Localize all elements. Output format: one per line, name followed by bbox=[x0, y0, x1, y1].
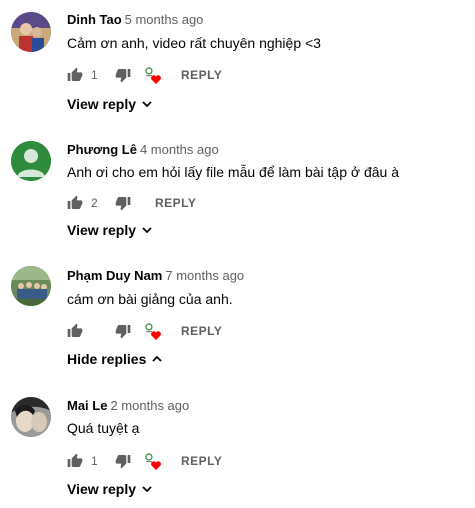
avatar[interactable] bbox=[11, 266, 51, 306]
comment-actions: REPLY bbox=[67, 321, 222, 341]
comment-time[interactable]: 4 months ago bbox=[140, 142, 219, 157]
comment-text: Quá tuyệt ạ bbox=[67, 420, 140, 436]
comment-time[interactable]: 7 months ago bbox=[165, 268, 244, 283]
comment-header: Mai Le 2 months ago bbox=[67, 398, 189, 413]
author-name[interactable]: Phạm Duy Nam bbox=[67, 268, 162, 283]
chevron-up-icon bbox=[152, 355, 163, 362]
hide-replies-label: Hide replies bbox=[67, 351, 147, 367]
comment-header: Dinh Tao 5 months ago bbox=[67, 12, 203, 27]
chevron-down-icon bbox=[142, 227, 152, 234]
comment-header: Phạm Duy Nam 7 months ago bbox=[67, 268, 244, 283]
like-count: 2 bbox=[91, 196, 98, 210]
comment-text: cám ơn bài giảng của anh. bbox=[67, 291, 233, 307]
thumbs-up-icon[interactable] bbox=[67, 67, 83, 83]
thumbs-up-icon[interactable] bbox=[67, 323, 83, 339]
reply-button[interactable]: REPLY bbox=[181, 324, 222, 338]
reply-button[interactable]: REPLY bbox=[181, 454, 222, 468]
view-replies-label: View reply bbox=[67, 222, 137, 238]
view-replies-label: View reply bbox=[67, 481, 137, 497]
reply-button[interactable]: REPLY bbox=[181, 68, 222, 82]
author-name[interactable]: Mai Le bbox=[67, 398, 107, 413]
creator-heart-icon bbox=[143, 451, 163, 471]
chevron-down-icon bbox=[142, 486, 152, 493]
chevron-down-icon bbox=[142, 101, 152, 108]
thumbs-down-icon[interactable] bbox=[115, 453, 131, 469]
view-replies-button[interactable]: View reply bbox=[67, 222, 153, 238]
reply-button[interactable]: REPLY bbox=[155, 196, 196, 210]
view-replies-button[interactable]: View reply bbox=[67, 481, 153, 497]
comment-actions: 2 REPLY bbox=[67, 193, 196, 213]
creator-heart-icon bbox=[143, 65, 163, 85]
view-replies-label: View reply bbox=[67, 96, 137, 112]
thumbs-up-icon[interactable] bbox=[67, 195, 83, 211]
comment-actions: 1 REPLY bbox=[67, 65, 222, 85]
hide-replies-button[interactable]: Hide replies bbox=[67, 351, 163, 367]
author-name[interactable]: Dinh Tao bbox=[67, 12, 122, 27]
thumbs-down-icon[interactable] bbox=[115, 67, 131, 83]
avatar[interactable] bbox=[11, 397, 51, 437]
thumbs-down-icon[interactable] bbox=[115, 195, 131, 211]
comment-text: Anh ơi cho em hỏi lấy file mẫu để làm bà… bbox=[67, 164, 399, 180]
avatar[interactable] bbox=[11, 141, 51, 181]
comment-time[interactable]: 2 months ago bbox=[110, 398, 189, 413]
comment-header: Phương Lê 4 months ago bbox=[67, 142, 219, 157]
view-replies-button[interactable]: View reply bbox=[67, 96, 153, 112]
author-name[interactable]: Phương Lê bbox=[67, 142, 137, 157]
creator-heart-icon bbox=[143, 321, 163, 341]
thumbs-up-icon[interactable] bbox=[67, 453, 83, 469]
avatar[interactable] bbox=[11, 12, 51, 52]
like-count: 1 bbox=[91, 68, 98, 82]
comment-actions: 1 REPLY bbox=[67, 451, 222, 471]
like-count: 1 bbox=[91, 454, 98, 468]
thumbs-down-icon[interactable] bbox=[115, 323, 131, 339]
comment-text: Cảm ơn anh, video rất chuyên nghiệp <3 bbox=[67, 35, 321, 51]
comment-time[interactable]: 5 months ago bbox=[125, 12, 204, 27]
